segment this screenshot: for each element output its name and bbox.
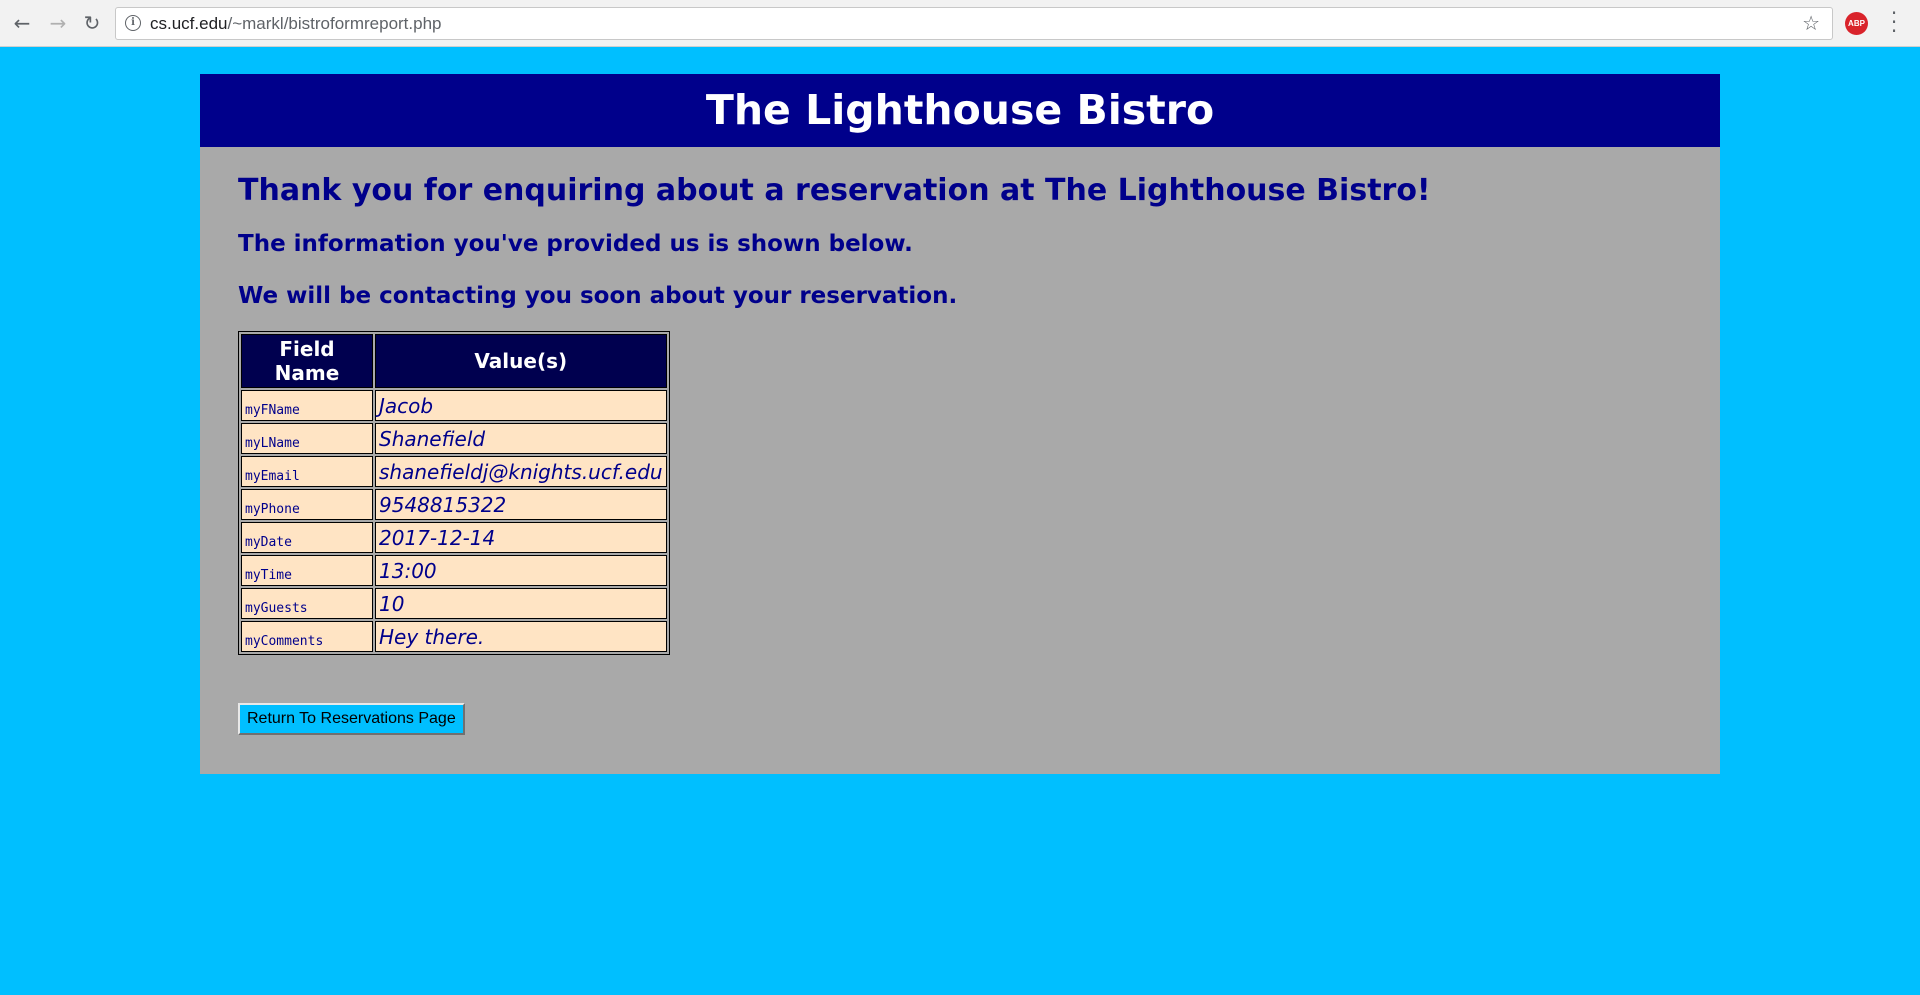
table-row: myTime 13:00	[241, 555, 667, 586]
table-row: myPhone 9548815322	[241, 489, 667, 520]
field-name-cell: myEmail	[241, 456, 373, 487]
table-row: myComments Hey there.	[241, 621, 667, 652]
table-row: myEmail shanefieldj@knights.ucf.edu	[241, 456, 667, 487]
reload-icon[interactable]: ↻	[80, 11, 104, 35]
back-arrow-icon[interactable]: ←	[10, 11, 34, 35]
value-cell: Shanefield	[375, 423, 667, 454]
address-bar[interactable]: i cs.ucf.edu/~markl/bistroformreport.php…	[115, 7, 1833, 40]
main-content: Thank you for enquiring about a reservat…	[200, 147, 1720, 735]
vertical-dots-icon[interactable]: · · ·	[1888, 3, 1900, 41]
field-name-cell: myPhone	[241, 489, 373, 520]
table-row: myFName Jacob	[241, 390, 667, 421]
adblock-icon[interactable]: ABP	[1845, 12, 1868, 35]
url-text[interactable]: cs.ucf.edu/~markl/bistroformreport.php	[150, 14, 442, 34]
page-banner: The Lighthouse Bistro	[200, 74, 1720, 147]
browser-toolbar: ← → ↻ i cs.ucf.edu/~markl/bistroformrepo…	[0, 0, 1920, 47]
banner-title: The Lighthouse Bistro	[705, 86, 1215, 134]
value-cell: 10	[375, 588, 667, 619]
url-host: cs.ucf.edu	[150, 14, 228, 33]
field-name-cell: myTime	[241, 555, 373, 586]
url-path: /~markl/bistroformreport.php	[227, 14, 442, 33]
value-cell: shanefieldj@knights.ucf.edu	[375, 456, 667, 487]
value-header: Value(s)	[375, 334, 667, 388]
return-to-reservations-button[interactable]: Return To Reservations Page	[238, 703, 465, 735]
field-name-cell: myGuests	[241, 588, 373, 619]
field-name-cell: myDate	[241, 522, 373, 553]
value-cell: Jacob	[375, 390, 667, 421]
page-panel: The Lighthouse Bistro Thank you for enqu…	[200, 74, 1720, 774]
table-header-row: Field Name Value(s)	[241, 334, 667, 388]
report-table: Field Name Value(s) myFName Jacob myLNam…	[238, 331, 670, 655]
value-cell: Hey there.	[375, 621, 667, 652]
field-name-header: Field Name	[241, 334, 373, 388]
contact-line: We will be contacting you soon about you…	[238, 283, 958, 309]
value-cell: 13:00	[375, 555, 667, 586]
field-name-cell: myLName	[241, 423, 373, 454]
field-name-cell: myComments	[241, 621, 373, 652]
forward-arrow-icon[interactable]: →	[46, 11, 70, 35]
table-row: myLName Shanefield	[241, 423, 667, 454]
info-icon[interactable]: i	[125, 15, 141, 31]
info-line: The information you've provided us is sh…	[238, 231, 913, 257]
table-row: myDate 2017-12-14	[241, 522, 667, 553]
star-icon[interactable]: ☆	[1802, 11, 1820, 35]
value-cell: 2017-12-14	[375, 522, 667, 553]
thanks-heading: Thank you for enquiring about a reservat…	[238, 173, 1431, 208]
field-name-cell: myFName	[241, 390, 373, 421]
value-cell: 9548815322	[375, 489, 667, 520]
table-row: myGuests 10	[241, 588, 667, 619]
